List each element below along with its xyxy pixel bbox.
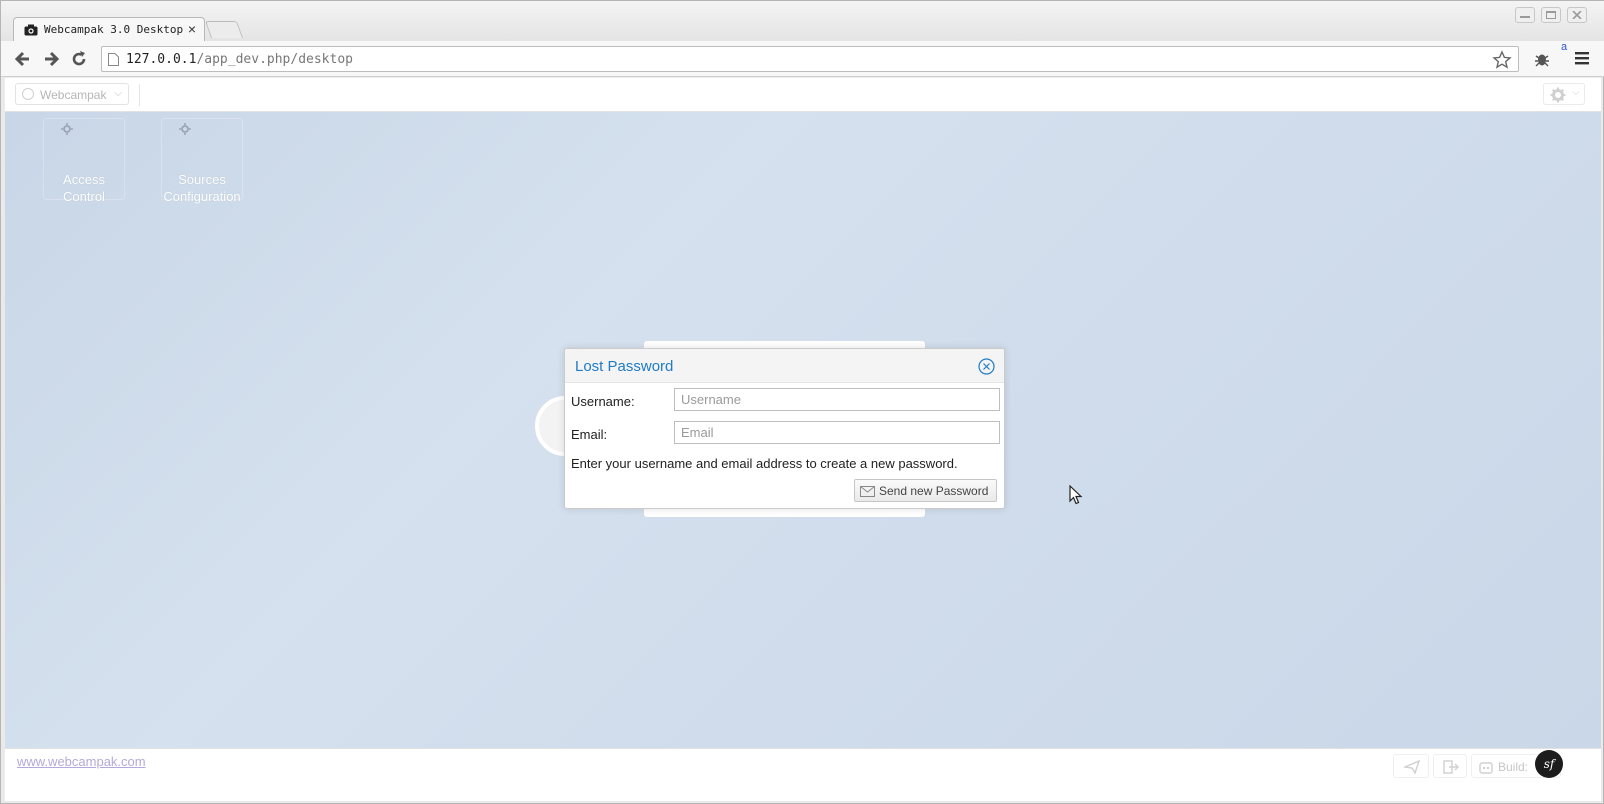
chevron-down-icon: ⌵	[1572, 87, 1580, 98]
extension-badge: a	[1561, 41, 1568, 53]
tab-title: Webcampak 3.0 Desktop	[44, 23, 184, 36]
gear-icon	[179, 123, 191, 135]
mouse-cursor-icon	[1069, 485, 1083, 505]
paper-plane-icon	[1404, 760, 1420, 774]
app-name: Webcampak	[40, 88, 107, 102]
settings-menu-button[interactable]: ⌵	[1543, 83, 1585, 105]
toolbar-divider	[139, 84, 140, 106]
username-input[interactable]	[674, 388, 1000, 411]
browser-toolbar: 127.0.0.1/app_dev.php/desktop a	[1, 41, 1604, 77]
url-text: 127.0.0.1/app_dev.php/desktop	[126, 52, 353, 67]
menu-icon[interactable]	[1575, 50, 1589, 66]
send-footer-button[interactable]	[1393, 754, 1429, 778]
tab-close-icon[interactable]: ×	[188, 21, 196, 37]
dialog-header: Lost Password	[565, 349, 1004, 383]
gear-icon	[61, 123, 73, 135]
desktop-icon-sources-configuration[interactable]: Sources Configuration	[161, 118, 243, 204]
gear-icon	[1550, 87, 1566, 103]
forward-arrow-icon[interactable]	[41, 49, 61, 69]
dialog-title: Lost Password	[575, 358, 674, 375]
minimize-icon	[1520, 16, 1530, 18]
tab-strip: Webcampak 3.0 Desktop ×	[1, 1, 1604, 42]
send-new-password-button[interactable]: Send new Password	[854, 479, 997, 502]
close-circle-icon[interactable]	[978, 358, 995, 375]
page-viewport: Webcampak ⌵ ⌵ Access Control Sources Con…	[5, 78, 1601, 801]
logout-icon	[1443, 760, 1459, 774]
extension-bug-icon[interactable]	[1533, 50, 1551, 68]
camera-icon	[24, 24, 38, 36]
webcampak-logo-icon	[22, 88, 34, 100]
email-input[interactable]	[674, 421, 1000, 444]
robot-icon	[1479, 762, 1493, 774]
maximize-button[interactable]	[1541, 7, 1561, 23]
page-icon	[108, 53, 119, 66]
back-arrow-icon[interactable]	[13, 49, 33, 69]
app-top-bar: Webcampak ⌵ ⌵	[5, 78, 1601, 112]
desktop-icon-access-control[interactable]: Access Control	[43, 118, 125, 204]
new-tab-button[interactable]	[204, 21, 244, 38]
close-window-button[interactable]	[1567, 7, 1587, 23]
logout-footer-button[interactable]	[1433, 754, 1467, 778]
chevron-down-icon: ⌵	[114, 88, 122, 99]
send-button-label: Send new Password	[879, 484, 989, 498]
help-text: Enter your username and email address to…	[571, 456, 958, 471]
lost-password-dialog: Lost Password Username: Email: Enter you…	[564, 348, 1005, 509]
address-bar[interactable]: 127.0.0.1/app_dev.php/desktop	[101, 46, 1519, 72]
footer-bar: www.webcampak.com Build: sf	[5, 748, 1601, 801]
username-label: Username:	[571, 394, 635, 409]
symfony-toolbar-icon[interactable]: sf	[1535, 750, 1563, 778]
browser-tab[interactable]: Webcampak 3.0 Desktop ×	[13, 17, 205, 42]
bookmark-star-icon[interactable]	[1492, 50, 1512, 70]
envelope-icon	[860, 486, 875, 497]
desktop-icon-label: Sources Configuration	[163, 172, 241, 204]
maximize-icon	[1546, 11, 1556, 19]
email-label: Email:	[571, 427, 608, 442]
minimize-button[interactable]	[1515, 7, 1535, 23]
desktop-icon-label: Access Control	[63, 172, 105, 204]
browser-window: Webcampak 3.0 Desktop × 127.0.0.1/app_de…	[0, 0, 1604, 804]
close-icon	[1572, 11, 1582, 19]
reload-icon[interactable]	[69, 49, 89, 69]
website-link[interactable]: www.webcampak.com	[17, 754, 146, 769]
app-menu-button[interactable]: Webcampak ⌵	[15, 83, 129, 105]
build-label: Build:	[1498, 760, 1529, 774]
